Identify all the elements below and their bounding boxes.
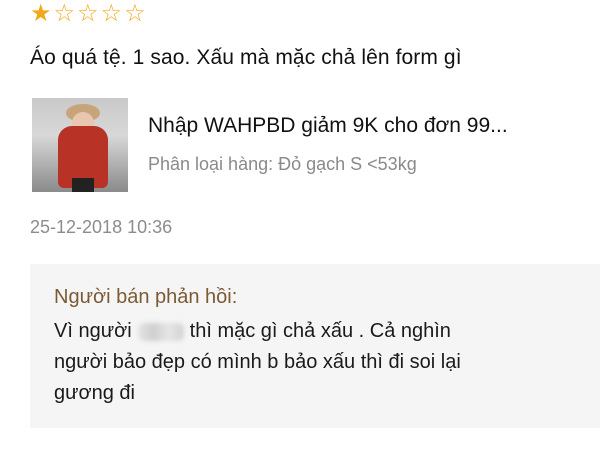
thumbnail-legs bbox=[72, 178, 94, 192]
star-empty-icon: ☆ bbox=[77, 0, 99, 27]
seller-reply-line-2: người bảo đẹp có mình b bảo xấu thì đi s… bbox=[54, 351, 461, 373]
star-empty-icon: ☆ bbox=[124, 0, 146, 27]
blurred-name bbox=[137, 322, 184, 341]
star-empty-icon: ☆ bbox=[100, 0, 123, 27]
star-filled-icon: ★ bbox=[30, 0, 52, 27]
review-text: Áo quá tệ. 1 sao. Xấu mà mặc chả lên for… bbox=[30, 46, 462, 69]
product-variant: Phân loại hàng: Đỏ gạch S <53kg bbox=[148, 154, 417, 174]
star-empty-icon: ☆ bbox=[53, 0, 76, 27]
product-title[interactable]: Nhập WAHPBD giảm 9K cho đơn 99... bbox=[148, 114, 508, 138]
product-thumbnail[interactable] bbox=[32, 98, 128, 192]
seller-reply-box: Người bán phản hồi: Vì người thì mặc gì c… bbox=[30, 264, 600, 428]
product-card[interactable]: Nhập WAHPBD giảm 9K cho đơn 99... Phân l… bbox=[30, 98, 600, 194]
seller-reply-header: Người bán phản hồi: bbox=[54, 286, 238, 308]
star-rating: ★ ☆ ☆ ☆ ☆ bbox=[30, 2, 146, 26]
seller-reply-body: Vì người thì mặc gì chả xấu . Cả nghìn ng… bbox=[54, 316, 594, 409]
seller-reply-line-1: Vì người thì mặc gì chả xấu . Cả nghìn bbox=[54, 320, 451, 342]
review-timestamp: 25-12-2018 10:36 bbox=[30, 217, 173, 237]
seller-reply-line-3: gương đi bbox=[54, 382, 135, 404]
